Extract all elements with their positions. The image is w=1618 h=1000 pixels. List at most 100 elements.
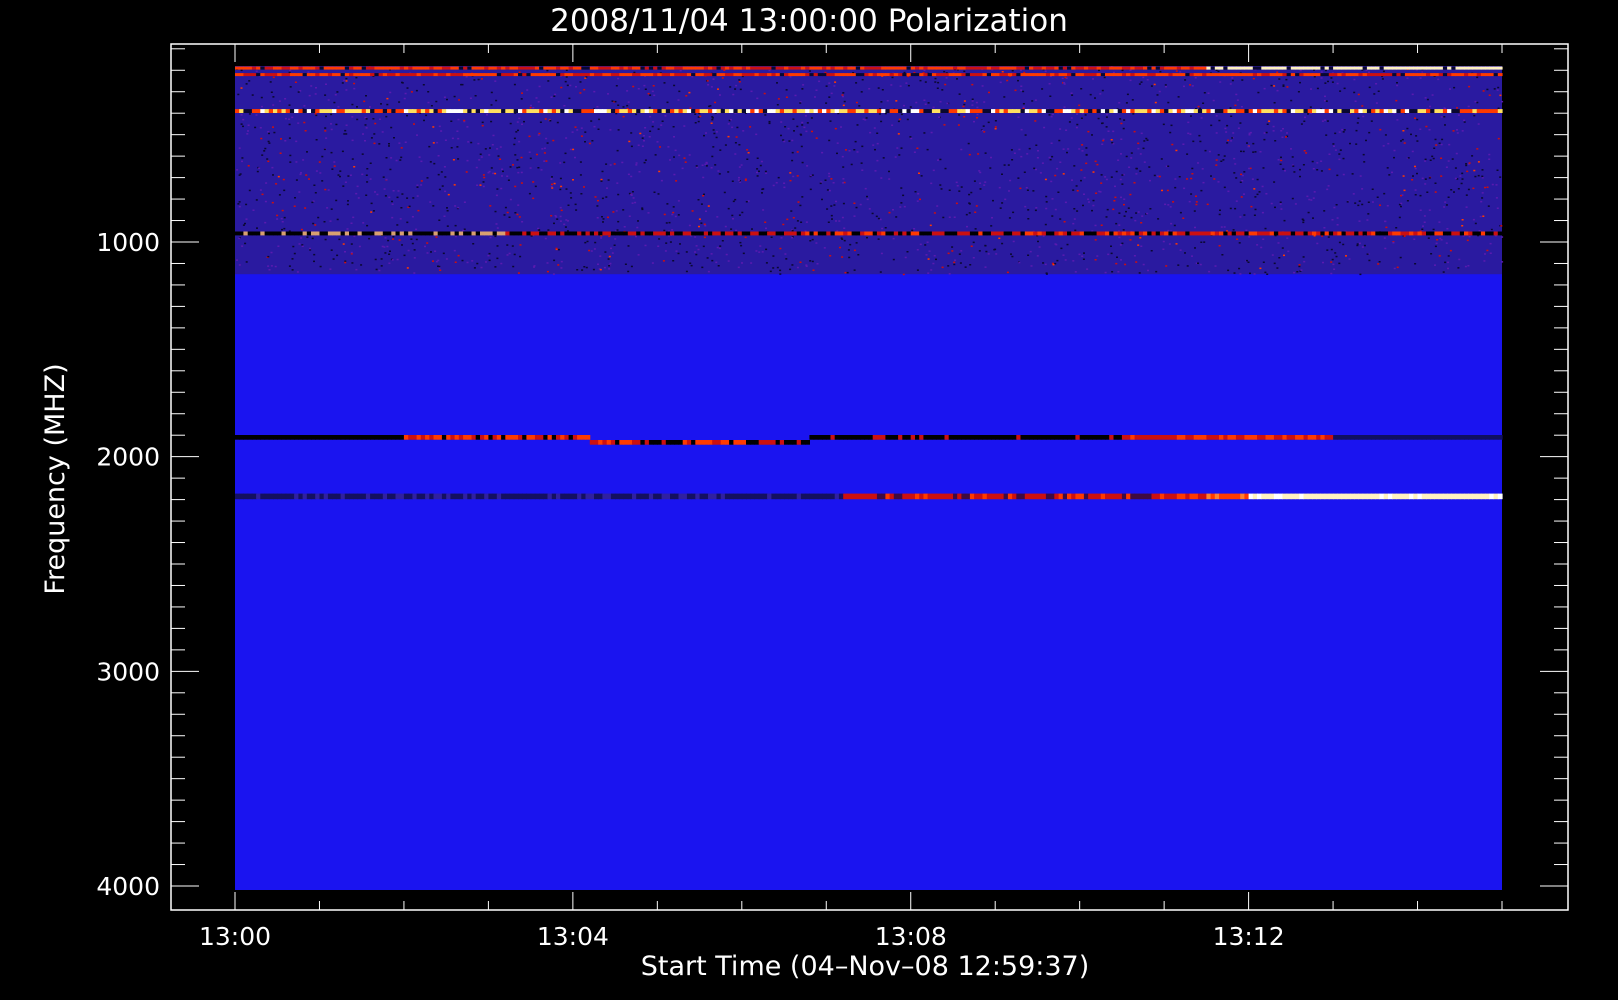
noise-speckle [1204,149,1207,152]
noise-speckle [758,251,761,253]
feature-segment [471,231,477,236]
feature-segment [826,493,832,500]
x-tick-label: 13:08 [875,922,947,951]
noise-speckle [1129,239,1132,241]
noise-speckle [747,200,750,202]
noise-speckle [1242,150,1245,153]
noise-speckle [503,214,506,216]
noise-speckle [705,210,707,212]
noise-speckle [1435,242,1438,245]
feature-segment [682,109,688,113]
feature-band-220 [235,73,1503,77]
feature-segment [1409,493,1414,500]
feature-segment [1147,66,1152,70]
feature-segment [1426,435,1431,440]
feature-segment [779,231,785,236]
noise-speckle [1190,177,1193,180]
noise-speckle [1178,176,1181,178]
feature-segment [433,109,439,113]
noise-speckle [1248,167,1251,170]
feature-segment [547,66,553,70]
noise-speckle [1114,196,1117,199]
feature-segment [488,73,494,77]
feature-segment [365,435,371,440]
noise-speckle [671,213,674,216]
noise-speckle [1254,208,1257,211]
feature-segment [501,66,506,70]
feature-segment [944,231,950,236]
noise-speckle [599,255,602,257]
noise-speckle [658,170,661,173]
feature-segment [1007,109,1013,113]
noise-speckle [321,155,324,158]
noise-speckle [378,143,381,145]
feature-segment [374,493,380,500]
feature-segment [1371,66,1376,70]
noise-speckle [677,99,680,101]
noise-speckle [725,253,728,256]
feature-segment [425,66,430,70]
noise-speckle [1327,185,1330,187]
feature-segment [247,231,253,236]
noise-speckle [430,251,432,253]
noise-speckle [818,80,821,83]
feature-segment [340,66,346,70]
feature-segment [391,435,397,440]
feature-segment [699,109,705,113]
feature-segment [1159,493,1165,500]
feature-segment [1168,231,1174,236]
noise-speckle [1110,245,1112,247]
feature-segment [572,66,578,70]
feature-segment [1240,493,1245,500]
noise-speckle [674,215,677,218]
noise-speckle [550,215,553,217]
noise-speckle [406,87,409,89]
noise-speckle [811,238,814,241]
noise-speckle [739,181,742,183]
noise-speckle [1313,75,1316,78]
feature-segment [1451,231,1457,236]
feature-segment [513,109,519,113]
noise-speckle [1357,204,1360,207]
feature-segment [720,73,726,77]
noise-speckle [1001,242,1004,245]
noise-speckle [372,210,375,212]
feature-segment [1083,73,1089,77]
noise-speckle [594,241,597,244]
feature-segment [1235,493,1241,500]
feature-segment [560,435,565,440]
feature-segment [750,73,755,77]
feature-segment [1286,73,1292,77]
noise-speckle [1294,203,1297,205]
noise-speckle [554,93,557,96]
feature-segment [868,493,874,500]
noise-speckle [392,238,394,240]
feature-segment [1434,66,1440,70]
noise-speckle [926,241,929,243]
noise-speckle [624,263,627,265]
noise-speckle [736,126,739,129]
feature-segment [1442,73,1448,77]
feature-segment [513,66,519,70]
feature-segment [1143,493,1148,500]
noise-speckle [1484,253,1486,255]
noise-speckle [1066,243,1069,246]
noise-speckle [1413,238,1416,240]
feature-segment [1476,231,1482,236]
noise-speckle [1123,203,1125,206]
feature-segment [403,493,409,500]
noise-speckle [1361,203,1364,206]
noise-speckle [1045,201,1048,203]
noise-speckle [461,259,464,262]
noise-speckle [1063,83,1066,85]
noise-speckle [888,178,891,180]
feature-segment [1341,66,1347,70]
noise-speckle [399,159,402,161]
noise-speckle [1141,215,1144,217]
feature-segment [1421,435,1427,440]
noise-speckle [899,206,902,208]
noise-speckle [690,264,693,267]
feature-segment [441,109,447,113]
noise-speckle [703,223,706,226]
feature-segment [1366,493,1372,500]
